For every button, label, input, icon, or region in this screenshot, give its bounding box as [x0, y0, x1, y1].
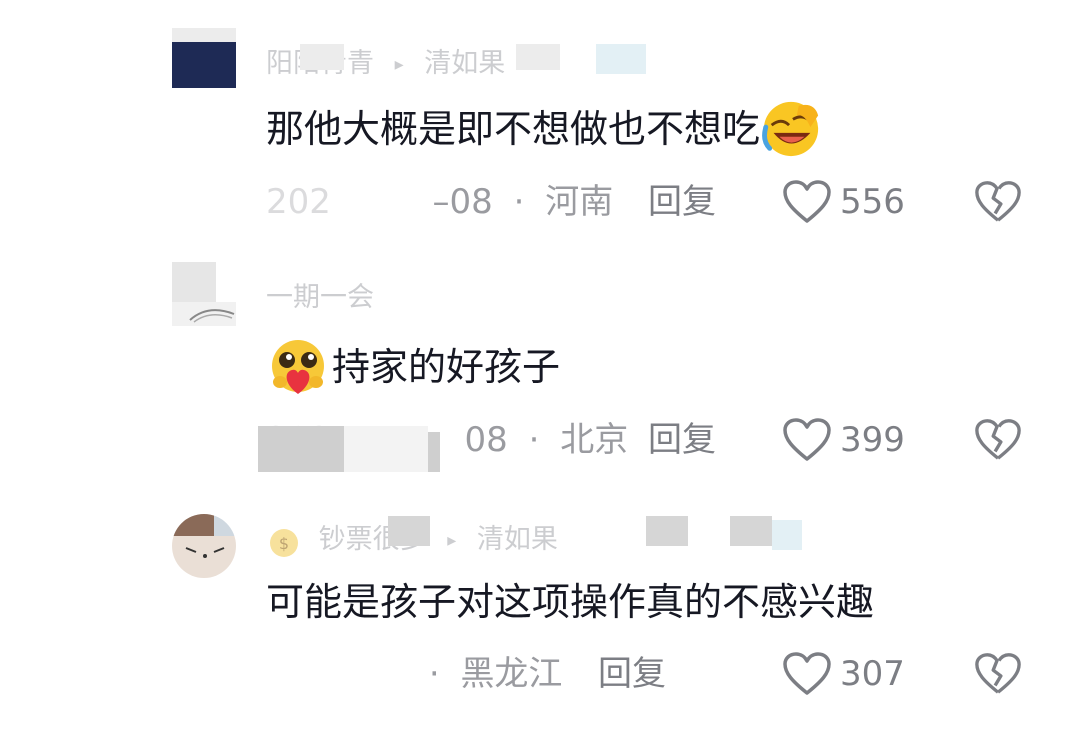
reply-button[interactable]: 回复: [648, 416, 716, 464]
comment-meta: 202 –08 · 河南: [266, 178, 613, 226]
comment-meta: · 黑龙江: [266, 650, 563, 698]
avatar-face: [185, 547, 225, 558]
separator-dot: ·: [513, 182, 525, 222]
like-count: 556: [840, 182, 905, 222]
comment-location: 河南: [545, 182, 614, 222]
separator-dot: ·: [528, 420, 540, 460]
comment-date-blurred: 202: [266, 182, 331, 222]
comment-body: 可能是孩子对这项操作真的不感兴趣: [266, 580, 875, 624]
like-button[interactable]: 307: [782, 650, 905, 698]
heart-hug-emoji: [272, 340, 324, 394]
avatar[interactable]: [172, 514, 236, 578]
broken-heart-icon[interactable]: [974, 650, 1022, 698]
reply-button[interactable]: 回复: [648, 178, 716, 226]
like-count: 307: [840, 654, 905, 694]
broken-heart-icon[interactable]: [974, 416, 1022, 464]
like-button[interactable]: 399: [782, 416, 905, 464]
avatar-sketch: [189, 309, 235, 323]
money-bag-icon: $: [270, 528, 298, 557]
like-button[interactable]: 556: [782, 178, 905, 226]
separator-dot: ·: [428, 654, 440, 694]
comment-text: 那他大概是即不想做也不想吃: [266, 98, 822, 160]
heart-outline-icon[interactable]: [782, 651, 832, 697]
reply-button[interactable]: 回复: [598, 650, 666, 698]
svg-text:$: $: [279, 534, 289, 553]
heart-outline-icon[interactable]: [782, 179, 832, 225]
like-count: 399: [840, 420, 905, 460]
comment-body: 持家的好孩子: [332, 345, 561, 389]
laughing-crying-emoji: [762, 101, 819, 157]
comment-text: 持家的好孩子: [266, 336, 560, 398]
comment-date: –08: [432, 182, 493, 222]
reply-arrow-icon: ▸: [394, 53, 404, 75]
reply-arrow-icon: ▸: [447, 529, 457, 551]
username[interactable]: 一期一会: [266, 282, 374, 313]
username-row[interactable]: 一期一会: [266, 278, 374, 318]
broken-heart-icon[interactable]: [974, 178, 1022, 226]
comment-body: 那他大概是即不想做也不想吃: [266, 107, 761, 151]
comment-date: 08: [464, 420, 508, 460]
comment-text: 可能是孩子对这项操作真的不感兴趣: [266, 574, 874, 630]
heart-outline-icon[interactable]: [782, 417, 832, 463]
reply-to-username[interactable]: 清如果: [424, 48, 505, 79]
avatar[interactable]: [172, 262, 236, 326]
comment-location: 北京: [560, 420, 629, 460]
reply-to-username[interactable]: 清如果: [477, 524, 558, 555]
avatar[interactable]: [172, 28, 236, 92]
comment-location: 黑龙江: [460, 654, 563, 694]
